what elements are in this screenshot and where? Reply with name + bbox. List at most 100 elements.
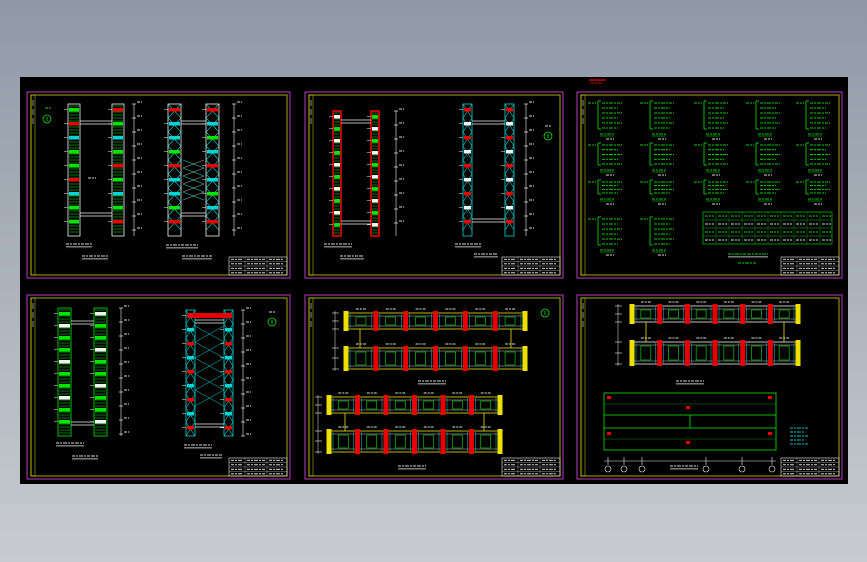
column-node — [113, 164, 123, 168]
cad-drawing-view — [0, 0, 867, 562]
column-node — [334, 223, 340, 227]
column-node — [69, 150, 79, 154]
column-node — [95, 324, 106, 328]
column-node — [95, 360, 106, 364]
column-node — [187, 356, 194, 360]
column-node — [334, 139, 340, 143]
column-node — [169, 150, 180, 154]
column-node — [225, 370, 232, 374]
beam-column — [657, 340, 663, 366]
column-node — [187, 426, 194, 430]
beam-column — [522, 311, 528, 331]
column-node — [69, 108, 79, 112]
beam-column — [492, 346, 498, 371]
column-node — [69, 220, 79, 224]
beam-column — [462, 346, 468, 371]
column-node — [372, 151, 378, 155]
lintel-block — [188, 313, 232, 318]
column-node — [69, 206, 79, 210]
column-node — [69, 164, 79, 168]
model-space-canvas — [20, 77, 848, 484]
column-node — [225, 398, 232, 402]
column-node — [464, 108, 471, 112]
column-node — [59, 420, 70, 424]
cad-preview-viewer — [0, 0, 867, 562]
column-node — [372, 211, 378, 215]
column-node — [169, 136, 180, 140]
column-node — [113, 178, 123, 182]
column-node — [113, 108, 123, 112]
column-node — [464, 178, 471, 182]
beam-column — [373, 346, 379, 371]
column-node — [464, 150, 471, 154]
column-node — [506, 150, 513, 154]
column-node — [169, 206, 180, 210]
beam-column — [462, 311, 468, 331]
column-node — [187, 328, 194, 332]
column-node — [59, 408, 70, 412]
beam-column — [795, 304, 801, 324]
beam-column — [712, 340, 718, 366]
column-node — [334, 127, 340, 131]
frame-marker — [607, 432, 611, 435]
column-node — [113, 136, 123, 140]
column-node — [169, 178, 180, 182]
column-node — [372, 127, 378, 131]
beam-column — [767, 304, 773, 324]
beam-column — [412, 395, 417, 415]
column-node — [464, 136, 471, 140]
column-node — [69, 178, 79, 182]
column-node — [207, 122, 218, 126]
column-node — [169, 122, 180, 126]
column-node — [95, 336, 106, 340]
column-node — [207, 220, 218, 224]
column-node — [169, 164, 180, 168]
column-node — [464, 220, 471, 224]
column-node — [113, 122, 123, 126]
column-node — [464, 164, 471, 168]
column-node — [59, 324, 70, 328]
column-node — [506, 108, 513, 112]
beam-column — [657, 304, 663, 324]
beam-column — [497, 395, 503, 415]
beam-column — [684, 340, 690, 366]
beam-column — [383, 429, 389, 454]
column-node — [113, 150, 123, 154]
column-node — [113, 220, 123, 224]
frame-marker — [768, 432, 772, 435]
column-node — [372, 175, 378, 179]
column-node — [464, 122, 471, 126]
column-node — [225, 356, 232, 360]
beam-column — [469, 395, 474, 415]
column-node — [69, 192, 79, 196]
column-node — [59, 312, 70, 316]
column-node — [225, 342, 232, 346]
beam-column — [373, 311, 379, 331]
column-node — [59, 360, 70, 364]
column-node — [169, 108, 180, 112]
frame-marker — [768, 396, 772, 399]
column-node — [187, 370, 194, 374]
column-node — [95, 408, 106, 412]
beam-column — [343, 311, 349, 331]
column-node — [372, 199, 378, 203]
column-node — [372, 115, 378, 119]
beam-column — [740, 304, 746, 324]
beam-column — [767, 340, 773, 366]
beam-column — [740, 340, 746, 366]
column-node — [334, 199, 340, 203]
column-node — [207, 136, 218, 140]
column-node — [506, 164, 513, 168]
beam-column — [355, 395, 360, 415]
column-node — [59, 396, 70, 400]
frame-marker — [686, 406, 690, 409]
frame-marker — [686, 441, 690, 444]
column-node — [95, 372, 106, 376]
column-node — [113, 192, 123, 196]
column-node — [334, 163, 340, 167]
beam-column — [684, 304, 690, 324]
beam-column — [326, 429, 332, 454]
beam-column — [469, 429, 474, 454]
column-node — [334, 115, 340, 119]
beam-column — [383, 395, 389, 415]
